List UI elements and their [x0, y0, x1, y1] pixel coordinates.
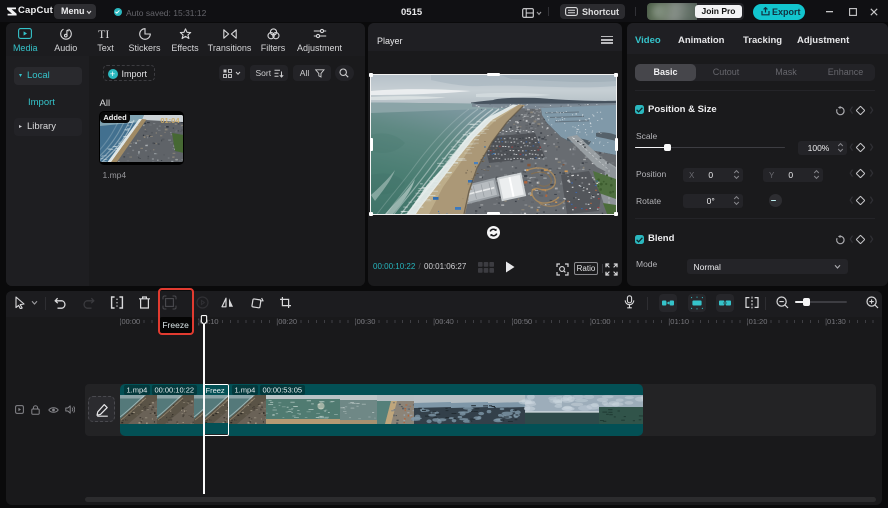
svg-text:TI: TI — [98, 28, 109, 39]
